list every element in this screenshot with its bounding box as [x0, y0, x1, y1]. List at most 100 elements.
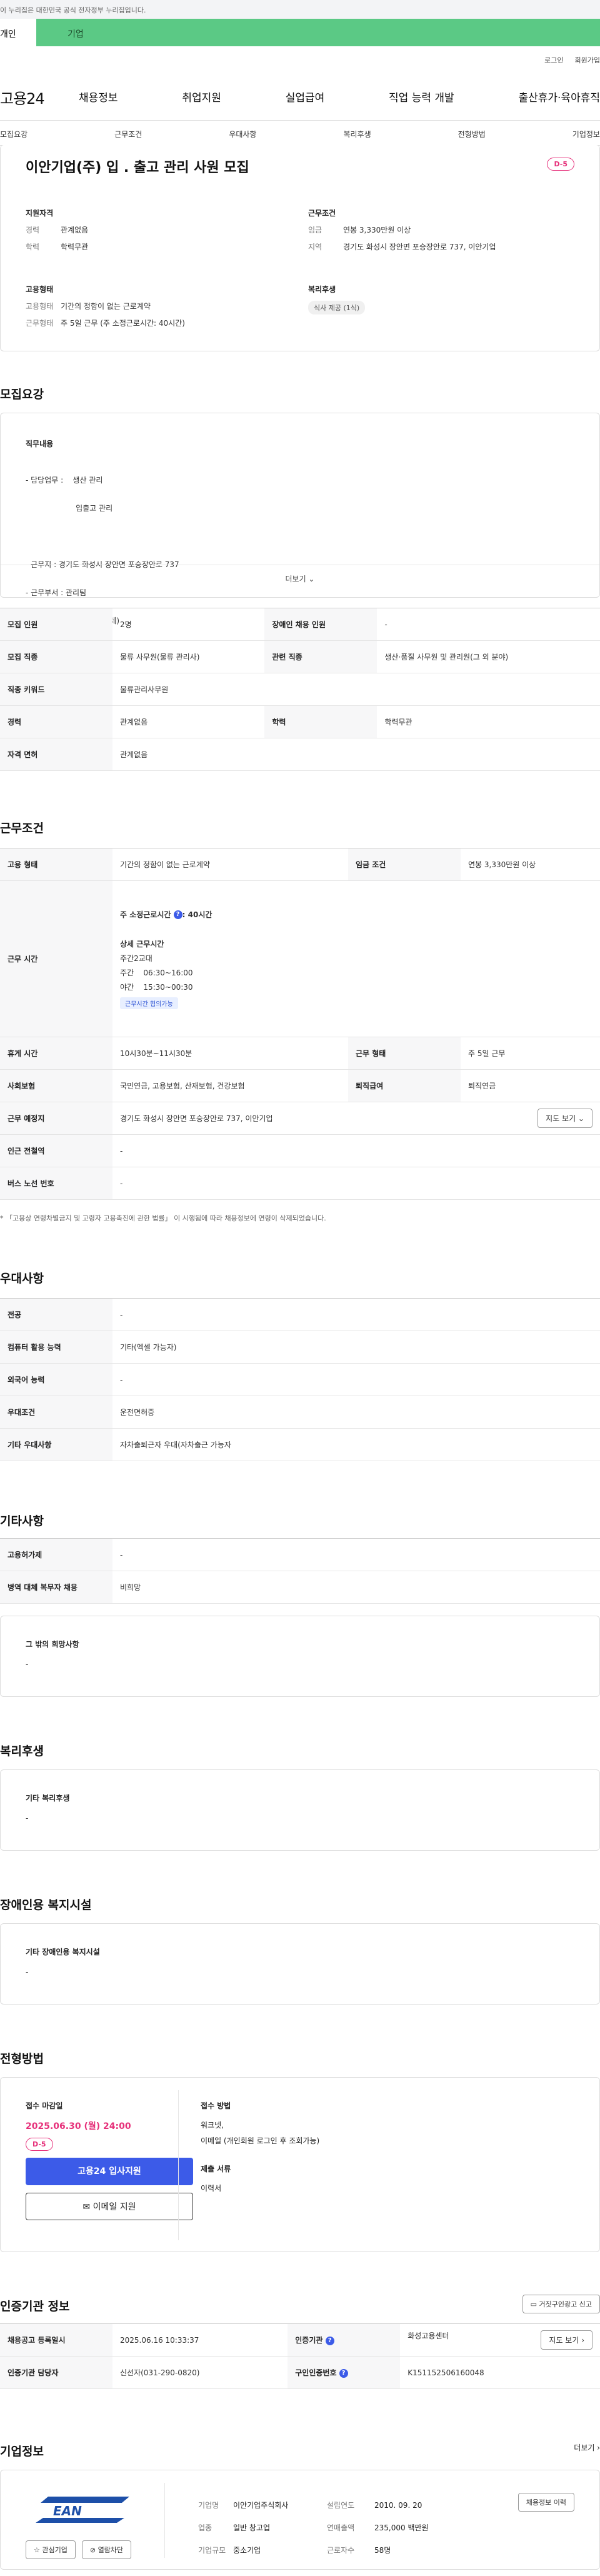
etc-heading: 기타사항	[0, 1514, 44, 1528]
cell-value: -	[112, 1134, 600, 1167]
sub-nav: 모집요강 근무조건 우대사항 복리후생 전형방법 기업정보	[0, 129, 600, 139]
job-title: 이안기업(주) 입 . 출고 관리 사원 모집	[26, 160, 249, 176]
divider	[0, 120, 600, 121]
report-button[interactable]: ▭ 거짓구인광고 신고	[522, 2295, 600, 2313]
nav-item[interactable]: 취업지원	[182, 89, 221, 104]
nav-item[interactable]: 출산휴가·육아휴직	[518, 89, 600, 104]
star-icon: ☆	[34, 2546, 42, 2554]
cell-label: 자격 면허	[0, 738, 112, 771]
block-button[interactable]: ⊘ 열람차단	[81, 2540, 132, 2559]
cell-label: 직종 키워드	[0, 673, 112, 706]
block-label: 열람차단	[98, 2546, 124, 2554]
cell-value: 비희망	[112, 1571, 600, 1604]
divider	[164, 2483, 165, 2558]
duty-line: - 담당업무 : 생산 관리	[26, 476, 103, 485]
subnav-item[interactable]: 복리후생	[343, 129, 371, 139]
cell-value: 기간의 정함이 없는 근로계약	[112, 848, 348, 881]
cert-value: 화성고용센터	[408, 2332, 449, 2340]
email-apply-button[interactable]: ✉ 이메일 지원	[26, 2193, 193, 2220]
nav-item[interactable]: 직업 능력 개발	[389, 89, 454, 104]
subnav-item[interactable]: 근무조건	[114, 129, 142, 139]
nav-item[interactable]: 채용정보	[79, 89, 118, 104]
info-icon[interactable]: ?	[339, 2368, 348, 2378]
welfare-heading: 복리후생	[308, 285, 336, 294]
cell-value: 물류 사무원(물류 관리사)	[112, 640, 265, 673]
company-logo: EAN	[36, 2493, 129, 2524]
login-link[interactable]: 로그인	[544, 55, 563, 65]
company-heading: 기업정보	[0, 2445, 44, 2458]
subnav-item[interactable]: 전형방법	[458, 129, 486, 139]
benefit-box: 기타 복리후생 -	[0, 1769, 600, 1851]
cell-label: 병역 대체 복무자 채용	[0, 1571, 112, 1604]
wage-value: 연봉 3,330만원 이상	[343, 226, 411, 234]
cell-value: -	[112, 1298, 600, 1331]
subnav-item[interactable]: 기업정보	[572, 129, 600, 139]
map-button[interactable]: 지도 보기 ⌄	[538, 1109, 592, 1128]
more-button[interactable]: 더보기 ⌄	[1, 573, 599, 584]
cell-label: 관련 직종	[264, 640, 378, 673]
etc-box-heading: 그 밖의 희망사항	[26, 1640, 79, 1649]
agency-heading: 인증기관 정보	[0, 2300, 70, 2313]
gov-banner: 이 누리집은 대한민국 공식 전자정부 누리집입니다.	[0, 0, 600, 19]
disab-heading: 장애인용 복지시설	[0, 1898, 92, 1912]
doc-icon: ▭	[530, 2300, 539, 2308]
util-links: 로그인 회원가입	[544, 55, 600, 65]
worktype-value: 주 5일 근무 (주 소정근로시간: 40시간)	[61, 319, 185, 328]
qualification-heading: 지원자격	[26, 209, 54, 218]
deadline-block: 접수 마감일 2025.06.30 (월) 24:00 D-5 고용24 입사지…	[26, 2100, 193, 2220]
recruit-history-button[interactable]: 채용정보 이력	[518, 2493, 574, 2512]
subnav-item[interactable]: 우대사항	[229, 129, 256, 139]
cell-value: 국민연금, 고용보험, 산재보험, 건강보험	[112, 1069, 348, 1102]
info-value: 2010. 09. 20	[374, 2501, 422, 2510]
disab-box-value: -	[26, 1968, 29, 1976]
location-label: 지역	[308, 243, 322, 251]
deadline-heading: 접수 마감일	[26, 2101, 63, 2110]
cell-label: 고용허가제	[0, 1538, 112, 1571]
apply-button[interactable]: 고용24 입사지원	[26, 2158, 193, 2185]
agency-map-button[interactable]: 지도 보기 ›	[541, 2330, 592, 2350]
process-heading: 전형방법	[0, 2052, 44, 2066]
cell-label: 인증기관 담당자	[0, 2356, 112, 2389]
cell-label: 장애인 채용 인원	[264, 608, 378, 641]
info-icon[interactable]: ?	[173, 910, 182, 919]
site-logo[interactable]: 고용24	[0, 86, 45, 108]
cell-value: -	[112, 1363, 600, 1396]
qualification-block: 지원자격 경력 관계없음 학력 학력무관	[26, 208, 88, 258]
fav-button[interactable]: ☆ 관심기업	[26, 2540, 76, 2559]
cell-value: 물류관리사무원	[112, 673, 600, 706]
info-label: 업종	[198, 2523, 212, 2532]
cell-value: -	[112, 1538, 600, 1571]
benefit-box-heading: 기타 복리후생	[26, 1794, 70, 1803]
company-more-link[interactable]: 더보기 ›	[574, 2442, 600, 2453]
cell-value: 화성고용센터 지도 보기 ›	[400, 2323, 600, 2357]
cell-value: 신선자(031-290-0820)	[112, 2356, 288, 2389]
location-value: 경기도 화성시 장안면 포승장안로 737, 이안기업	[343, 243, 496, 251]
nav-item[interactable]: 실업급여	[286, 89, 325, 104]
conditions-block: 근무조건 임금 연봉 3,330만원 이상 지역 경기도 화성시 장안면 포승장안로…	[308, 208, 496, 258]
pref-table: 전공 - 컴퓨터 활용 능력 기타(엑셀 가능자) 외국어 능력 - 우대조건 운전면허…	[0, 1298, 600, 1461]
job-summary-card: 이안기업(주) 입 . 출고 관리 사원 모집 D-5 지원자격 경력 관계없음 …	[0, 145, 600, 351]
etc-box-value: -	[26, 1660, 29, 1669]
tab-company[interactable]: 기업	[36, 19, 600, 46]
cell-value: K151152506160048	[400, 2356, 600, 2389]
fav-label: 관심기업	[42, 2546, 68, 2554]
cell-label: 외국어 능력	[0, 1363, 112, 1396]
duty-card: 직무내용 - 담당업무 : 생산 관리 입출고 관리 - 근무지 : 경기도 화…	[0, 413, 600, 710]
method-value: 워크넷,	[201, 2121, 224, 2130]
benefit-box-value: -	[26, 1814, 29, 1823]
cell-label: 모집 직종	[0, 640, 112, 673]
join-link[interactable]: 회원가입	[575, 55, 600, 65]
cell-label: 구인인증번호 ?	[288, 2356, 401, 2389]
disab-box-heading: 기타 장애인용 복지시설	[26, 1948, 100, 1956]
emptype-value: 기간의 정함이 없는 근로계약	[61, 302, 151, 311]
info-value: 이안기업주식회사	[233, 2501, 289, 2510]
dday-badge: D-5	[547, 158, 574, 171]
work-time-cell: 주 소정근로시간 ?: 40시간 상세 근무시간 주간2교대 주간 06:30~…	[112, 880, 600, 1037]
cell-value: 경기도 화성시 장안면 포승장안로 737, 이안기업	[112, 1102, 461, 1135]
emptype-label: 고용형태	[26, 302, 54, 311]
duty-line: - 근무부서 : 관리팀	[26, 588, 87, 597]
info-icon[interactable]: ?	[325, 2336, 334, 2345]
subnav-item[interactable]: 모집요강	[0, 129, 28, 139]
cell-label: 모집 인원	[0, 608, 112, 641]
tab-person[interactable]: 개인	[0, 19, 36, 46]
